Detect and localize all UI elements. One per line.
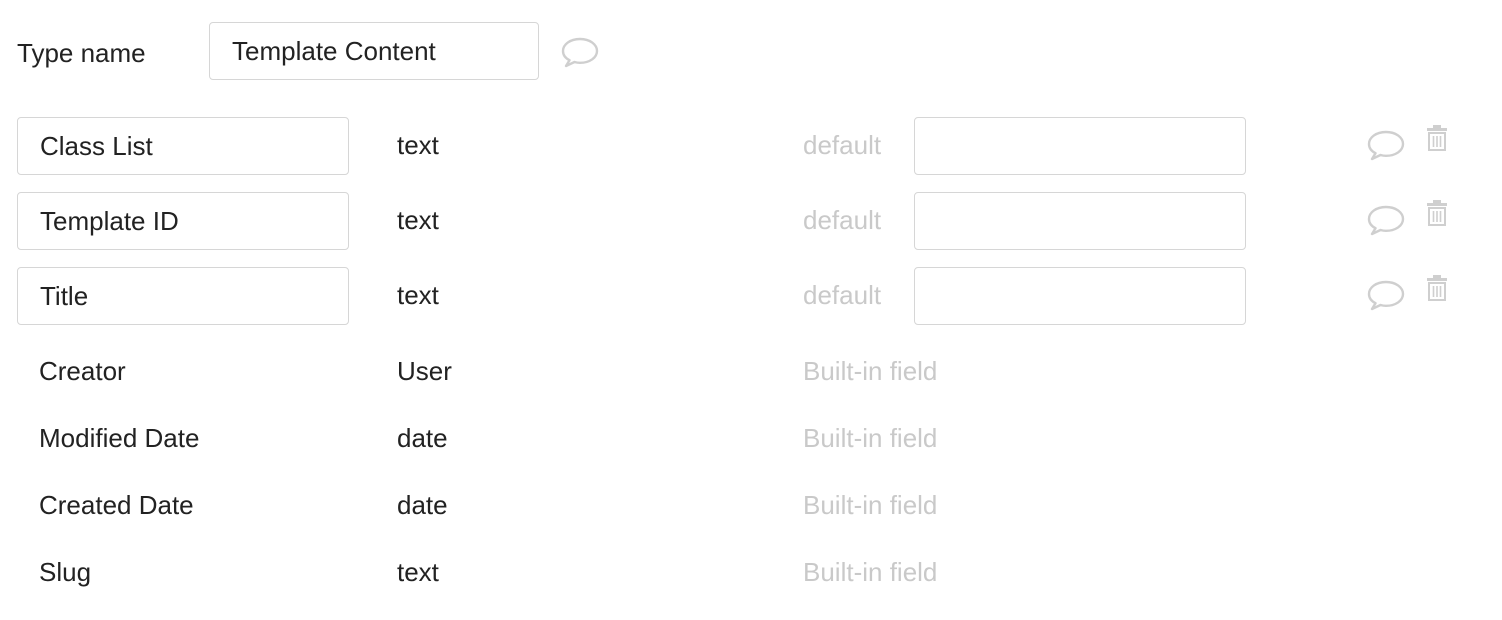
default-value-input[interactable] [914, 192, 1246, 250]
builtin-field-name: Created Date [39, 490, 194, 520]
field-type[interactable]: text [397, 202, 439, 238]
builtin-field-type: date [397, 423, 448, 453]
builtin-field-note: Built-in field [803, 356, 938, 386]
default-label: default [803, 280, 882, 310]
default-label: default [803, 130, 882, 160]
builtin-field-row: Created Date date Built-in field [0, 487, 1502, 527]
trash-icon[interactable] [1425, 273, 1449, 305]
comment-icon[interactable] [560, 36, 600, 68]
builtin-field-type: date [397, 490, 448, 520]
builtin-field-row: Slug text Built-in field [0, 554, 1502, 594]
builtin-field-name: Modified Date [39, 423, 200, 453]
builtin-field-type: User [397, 356, 452, 386]
type-name-input[interactable] [209, 22, 539, 80]
comment-icon[interactable] [1366, 204, 1406, 236]
comment-icon[interactable] [1366, 279, 1406, 311]
builtin-field-row: Creator User Built-in field [0, 353, 1502, 393]
trash-icon[interactable] [1425, 198, 1449, 230]
builtin-field-type: text [397, 557, 439, 587]
field-name-input[interactable] [17, 192, 349, 250]
type-name-label: Type name [17, 38, 146, 68]
comment-icon[interactable] [1366, 129, 1406, 161]
field-row: text default [0, 117, 1502, 177]
builtin-field-name: Creator [39, 356, 126, 386]
field-type[interactable]: text [397, 127, 439, 163]
builtin-field-name: Slug [39, 557, 92, 587]
default-value-input[interactable] [914, 117, 1246, 175]
builtin-field-note: Built-in field [803, 490, 938, 520]
default-label: default [803, 205, 882, 235]
default-value-input[interactable] [914, 267, 1246, 325]
field-row: text default [0, 267, 1502, 327]
field-type[interactable]: text [397, 277, 439, 313]
field-row: text default [0, 192, 1502, 252]
trash-icon[interactable] [1425, 123, 1449, 155]
builtin-field-note: Built-in field [803, 423, 938, 453]
builtin-field-row: Modified Date date Built-in field [0, 420, 1502, 460]
field-name-input[interactable] [17, 117, 349, 175]
field-name-input[interactable] [17, 267, 349, 325]
builtin-field-note: Built-in field [803, 557, 938, 587]
